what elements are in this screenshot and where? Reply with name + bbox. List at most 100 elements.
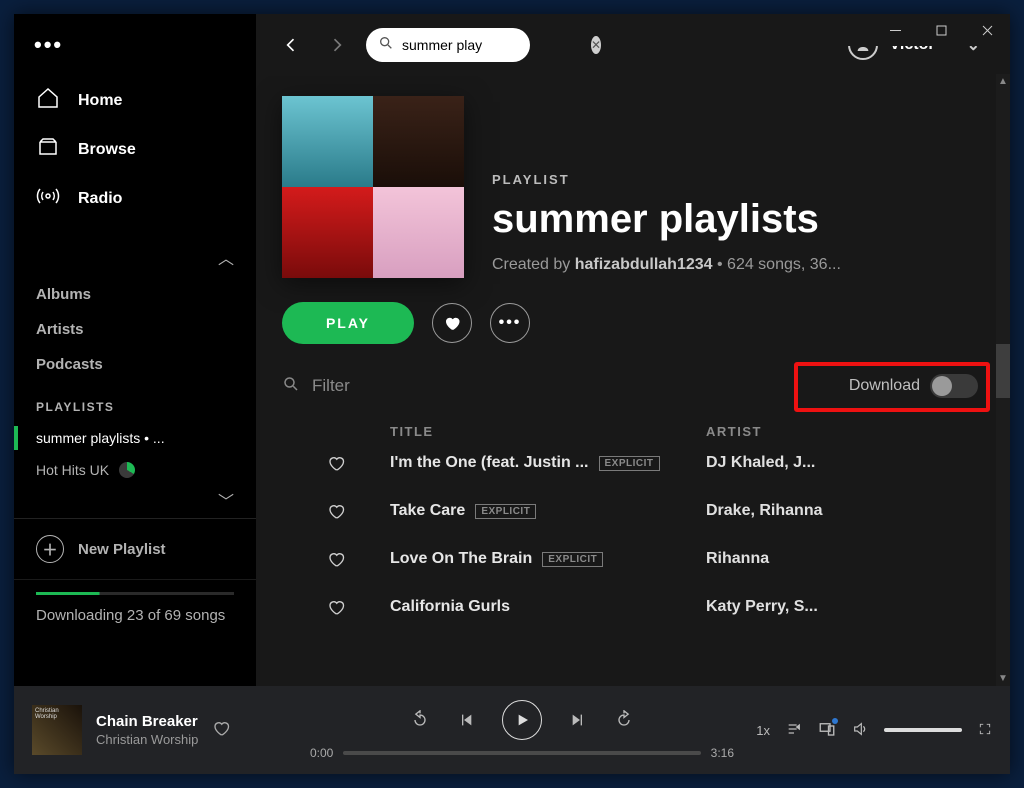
search-input[interactable] (402, 37, 583, 53)
forward-15-button[interactable] (614, 710, 634, 730)
download-label: Download (849, 377, 920, 395)
prev-track-button[interactable] (458, 712, 474, 728)
duration-time: 3:16 (711, 746, 734, 760)
track-row[interactable]: Love On The Brain EXPLICIT Rihanna (282, 535, 984, 583)
elapsed-time: 0:00 (310, 746, 333, 760)
now-playing-title[interactable]: Chain Breaker (96, 713, 198, 730)
playlist-creator[interactable]: hafizabdullah1234 (575, 256, 713, 273)
library-albums[interactable]: Albums (36, 277, 234, 312)
download-status-text: Downloading 23 of 69 songs (36, 605, 234, 628)
explicit-badge: EXPLICIT (475, 504, 536, 519)
scrollbar-thumb[interactable] (996, 344, 1010, 398)
column-artist[interactable]: ARTIST (706, 424, 984, 439)
track-artist[interactable]: Katy Perry, S... (706, 598, 984, 616)
scroll-down-icon[interactable]: ▼ (998, 673, 1008, 684)
like-track-button[interactable] (282, 550, 390, 568)
more-options-button[interactable]: ••• (490, 303, 530, 343)
filter-input[interactable]: Filter (282, 375, 350, 398)
now-playing-artist[interactable]: Christian Worship (96, 732, 198, 747)
playback-speed-button[interactable]: 1x (756, 723, 770, 738)
now-playing: Chain Breaker Christian Worship (32, 705, 292, 755)
nav-home[interactable]: Home (14, 76, 256, 125)
window-close-button[interactable] (964, 14, 1010, 46)
track-row[interactable]: Take Care EXPLICIT Drake, Rihanna (282, 487, 984, 535)
sidebar-playlist-item[interactable]: summer playlists • ... (14, 422, 256, 454)
chevron-down-icon[interactable]: ﹀ (218, 488, 234, 512)
volume-slider[interactable] (884, 728, 962, 732)
like-now-playing-button[interactable] (212, 719, 230, 742)
fullscreen-button[interactable] (978, 722, 992, 739)
playlist-byline: Created by hafizabdullah1234 • 624 songs… (492, 256, 984, 274)
radio-icon (36, 184, 60, 213)
library-section: ︿ Albums Artists Podcasts (14, 245, 256, 382)
nav-home-label: Home (78, 92, 122, 110)
column-title[interactable]: TITLE (390, 424, 706, 439)
play-button[interactable]: PLAY (282, 302, 414, 344)
progress-bar[interactable] (343, 751, 700, 755)
playlist-title: summer playlists (492, 197, 984, 242)
window-maximize-button[interactable] (918, 14, 964, 46)
download-toggle[interactable] (930, 374, 978, 398)
filter-placeholder: Filter (312, 376, 350, 396)
track-row[interactable]: California Gurls Katy Perry, S... (282, 583, 984, 631)
track-title: Take Care (390, 502, 465, 520)
track-artist[interactable]: Drake, Rihanna (706, 502, 984, 520)
clear-search-button[interactable]: ✕ (591, 36, 601, 54)
like-track-button[interactable] (282, 502, 390, 520)
library-artists[interactable]: Artists (36, 312, 234, 347)
download-progress-icon (119, 462, 135, 478)
rewind-15-button[interactable] (410, 710, 430, 730)
sidebar: ••• Home Browse Radio ︿ Albums Artis (14, 14, 256, 686)
explicit-badge: EXPLICIT (542, 552, 603, 567)
window-titlebar (840, 14, 1010, 46)
explicit-badge: EXPLICIT (599, 456, 660, 471)
player-bar: Chain Breaker Christian Worship 0:00 3:1… (14, 686, 1010, 774)
playlist-cover-art[interactable] (282, 96, 464, 278)
playlist-meta: PLAYLIST summer playlists Created by haf… (492, 96, 984, 278)
nav-radio[interactable]: Radio (14, 174, 256, 223)
app-window: ••• Home Browse Radio ︿ Albums Artis (14, 14, 1010, 774)
track-row[interactable]: I'm the One (feat. Justin ... EXPLICIT DJ… (282, 439, 984, 487)
new-playlist-label: New Playlist (78, 541, 166, 558)
play-pause-button[interactable] (502, 700, 542, 740)
new-playlist-button[interactable]: ＋ New Playlist (14, 518, 256, 579)
nav-radio-label: Radio (78, 190, 122, 208)
search-icon (378, 35, 394, 56)
vertical-scrollbar[interactable]: ▲ ▼ (996, 74, 1010, 686)
search-box[interactable]: ✕ (366, 28, 530, 62)
track-artist[interactable]: DJ Khaled, J... (706, 454, 984, 472)
playlist-item-label: summer playlists • ... (36, 430, 165, 446)
nav-back-button[interactable] (274, 28, 308, 62)
like-track-button[interactable] (282, 598, 390, 616)
main-nav: Home Browse Radio (14, 76, 256, 223)
player-right-controls: 1x (752, 720, 992, 741)
playlist-item-label: Hot Hits UK (36, 462, 109, 478)
now-playing-cover[interactable] (32, 705, 82, 755)
volume-button[interactable] (852, 721, 868, 740)
sidebar-playlist-item[interactable]: Hot Hits UK (14, 454, 256, 486)
track-title: I'm the One (feat. Justin ... (390, 454, 589, 472)
queue-button[interactable] (786, 721, 802, 740)
playlist-header: PLAYLIST summer playlists Created by haf… (282, 96, 984, 278)
window-minimize-button[interactable] (872, 14, 918, 46)
download-toggle-group: Download (849, 374, 978, 398)
track-artist[interactable]: Rihanna (706, 550, 984, 568)
playlists-section-header: PLAYLISTS (14, 382, 256, 422)
library-podcasts[interactable]: Podcasts (36, 347, 234, 382)
like-track-button[interactable] (282, 454, 390, 472)
ellipsis-icon: ••• (499, 314, 522, 332)
nav-browse-label: Browse (78, 141, 136, 159)
chevron-up-icon[interactable]: ︿ (218, 245, 234, 269)
scroll-up-icon[interactable]: ▲ (998, 76, 1008, 87)
plus-icon: ＋ (36, 535, 64, 563)
playlist-actions: PLAY ••• (282, 302, 984, 344)
app-menu-button[interactable]: ••• (14, 26, 256, 76)
download-status: Downloading 23 of 69 songs (14, 579, 256, 628)
like-playlist-button[interactable] (432, 303, 472, 343)
track-title: Love On The Brain (390, 550, 532, 568)
search-icon (282, 375, 300, 398)
nav-browse[interactable]: Browse (14, 125, 256, 174)
devices-button[interactable] (818, 720, 836, 741)
nav-forward-button[interactable] (320, 28, 354, 62)
next-track-button[interactable] (570, 712, 586, 728)
